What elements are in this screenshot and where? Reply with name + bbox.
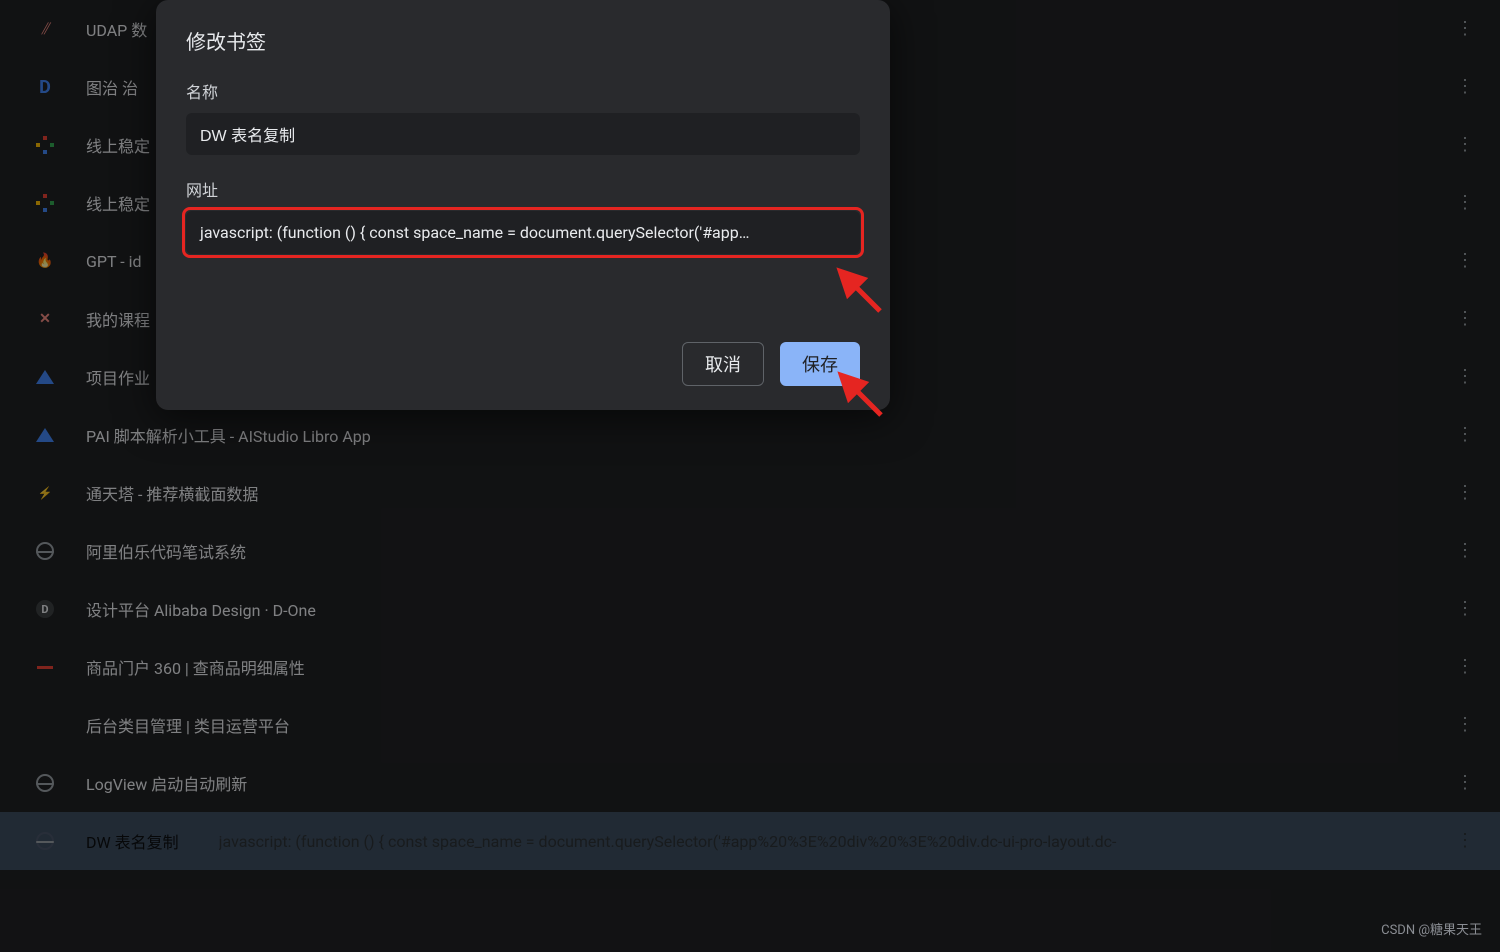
name-input[interactable] [186, 113, 860, 155]
dialog-title: 修改书签 [186, 26, 860, 55]
dialog-button-row: 取消 保存 [186, 342, 860, 386]
watermark-text: CSDN @糖果天王 [1381, 919, 1482, 938]
edit-bookmark-dialog: 修改书签 名称 网址 javascript: (function () { co… [156, 0, 890, 410]
name-label: 名称 [186, 79, 860, 103]
url-label: 网址 [186, 177, 860, 201]
url-input[interactable]: javascript: (function () { const space_n… [186, 211, 860, 254]
cancel-button[interactable]: 取消 [682, 342, 764, 386]
save-button[interactable]: 保存 [780, 342, 860, 386]
